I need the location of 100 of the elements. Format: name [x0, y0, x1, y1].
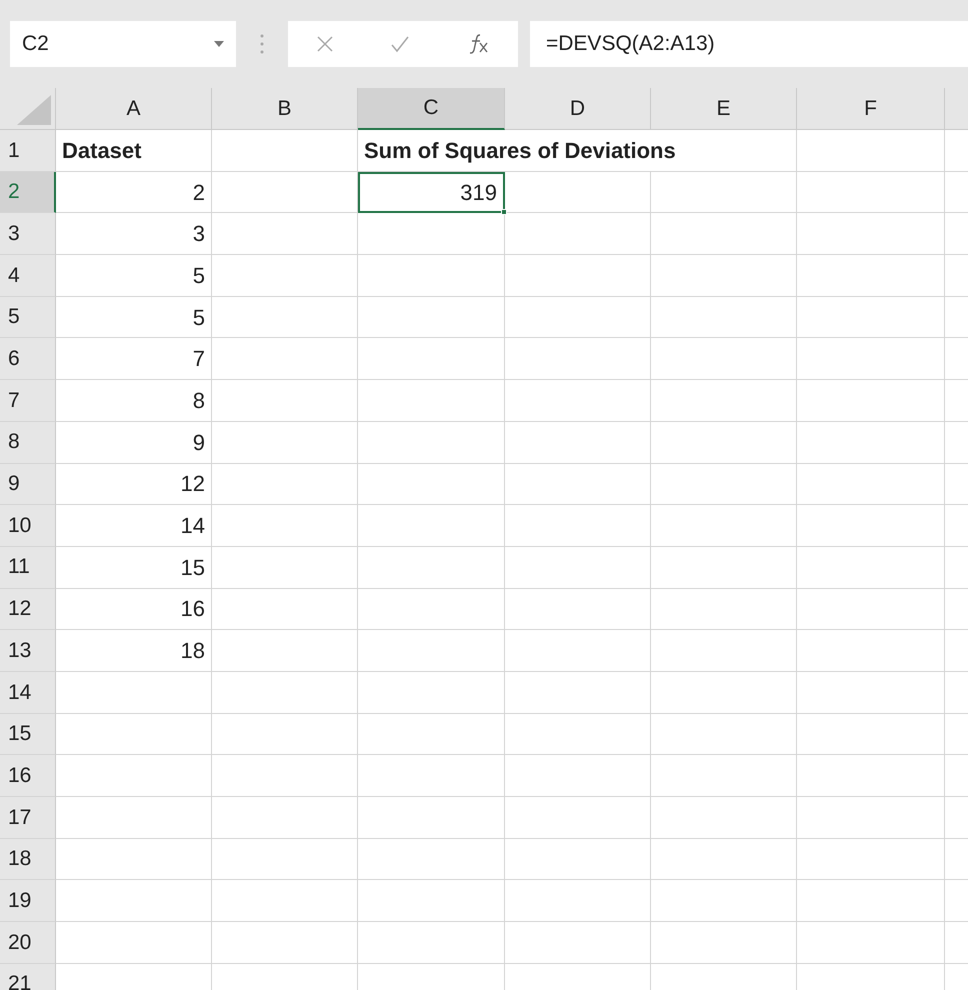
table-cell[interactable]: [797, 338, 945, 380]
table-cell[interactable]: 15: [56, 546, 212, 589]
table-cell[interactable]: [797, 255, 945, 297]
table-cell[interactable]: [651, 630, 797, 672]
table-cell[interactable]: [505, 588, 651, 630]
row-header[interactable]: 19: [0, 880, 56, 922]
row-header[interactable]: 15: [0, 714, 56, 756]
column-header[interactable]: E: [651, 88, 797, 130]
table-cell[interactable]: [358, 797, 505, 839]
row-header[interactable]: 8: [0, 422, 56, 464]
row-header[interactable]: 13: [0, 630, 56, 672]
table-cell[interactable]: [651, 213, 797, 256]
table-cell[interactable]: [505, 464, 651, 506]
table-cell[interactable]: 5: [56, 296, 212, 338]
table-cell[interactable]: [505, 922, 651, 964]
table-cell[interactable]: Sum of Squares of Deviations: [358, 130, 797, 172]
table-cell[interactable]: [212, 546, 358, 589]
table-cell[interactable]: [505, 422, 651, 464]
row-header[interactable]: 6: [0, 338, 56, 380]
table-cell[interactable]: [505, 380, 651, 422]
table-cell[interactable]: [797, 464, 945, 506]
table-cell[interactable]: [212, 797, 358, 839]
table-cell[interactable]: [212, 422, 358, 464]
row-header[interactable]: 12: [0, 588, 56, 630]
table-cell[interactable]: [651, 422, 797, 464]
table-cell[interactable]: [212, 380, 358, 422]
table-cell[interactable]: [358, 838, 505, 880]
table-cell[interactable]: [212, 922, 358, 964]
row-header[interactable]: 5: [0, 296, 56, 338]
table-cell[interactable]: [56, 797, 212, 839]
table-cell[interactable]: 14: [56, 505, 212, 547]
table-cell[interactable]: [651, 380, 797, 422]
table-cell[interactable]: [505, 630, 651, 672]
table-cell[interactable]: [505, 755, 651, 797]
table-cell[interactable]: [797, 213, 945, 256]
table-cell[interactable]: [505, 296, 651, 338]
table-cell[interactable]: [797, 546, 945, 589]
table-cell[interactable]: 16: [56, 588, 212, 630]
table-cell[interactable]: Dataset: [56, 130, 212, 172]
table-cell[interactable]: [212, 880, 358, 922]
row-header[interactable]: 7: [0, 380, 56, 422]
table-cell[interactable]: [505, 714, 651, 756]
close-icon[interactable]: [316, 35, 334, 53]
table-cell[interactable]: [797, 714, 945, 756]
table-cell[interactable]: 7: [56, 338, 212, 380]
table-cell[interactable]: [212, 338, 358, 380]
table-cell[interactable]: [358, 755, 505, 797]
table-cell[interactable]: 3: [56, 213, 212, 256]
table-cell[interactable]: [212, 296, 358, 338]
table-cell[interactable]: [505, 338, 651, 380]
table-cell[interactable]: [358, 922, 505, 964]
table-cell[interactable]: [797, 130, 945, 172]
table-cell[interactable]: [651, 546, 797, 589]
table-cell[interactable]: [56, 838, 212, 880]
table-cell[interactable]: 9: [56, 422, 212, 464]
table-cell[interactable]: [212, 630, 358, 672]
row-header[interactable]: 17: [0, 797, 56, 839]
table-cell[interactable]: [797, 380, 945, 422]
active-cell[interactable]: 319: [358, 172, 505, 214]
table-cell[interactable]: [797, 672, 945, 714]
row-header[interactable]: 3: [0, 213, 56, 256]
table-cell[interactable]: [358, 714, 505, 756]
table-cell[interactable]: [651, 505, 797, 547]
table-cell[interactable]: [797, 630, 945, 672]
table-cell[interactable]: [797, 922, 945, 964]
table-cell[interactable]: [505, 672, 651, 714]
table-cell[interactable]: [212, 714, 358, 756]
table-cell[interactable]: 18: [56, 630, 212, 672]
table-cell[interactable]: [651, 172, 797, 214]
row-header[interactable]: 11: [0, 546, 56, 589]
table-cell[interactable]: [505, 255, 651, 297]
row-header[interactable]: 4: [0, 255, 56, 297]
table-cell[interactable]: [212, 464, 358, 506]
table-cell[interactable]: [651, 922, 797, 964]
table-cell[interactable]: [797, 505, 945, 547]
row-header[interactable]: 9: [0, 464, 56, 506]
table-cell[interactable]: [797, 588, 945, 630]
table-cell[interactable]: [651, 255, 797, 297]
table-cell[interactable]: 2: [56, 172, 212, 214]
table-cell[interactable]: [797, 880, 945, 922]
table-cell[interactable]: [651, 755, 797, 797]
table-cell[interactable]: [505, 505, 651, 547]
column-header[interactable]: F: [797, 88, 945, 130]
column-header[interactable]: B: [212, 88, 358, 130]
table-cell[interactable]: [212, 838, 358, 880]
table-cell[interactable]: [358, 213, 505, 256]
table-cell[interactable]: [358, 464, 505, 506]
row-header[interactable]: 2: [0, 172, 56, 214]
table-cell[interactable]: [212, 588, 358, 630]
column-header[interactable]: C: [358, 88, 505, 130]
table-cell[interactable]: [358, 505, 505, 547]
table-cell[interactable]: [358, 546, 505, 589]
row-header[interactable]: 10: [0, 505, 56, 547]
table-cell[interactable]: [212, 672, 358, 714]
table-cell[interactable]: [797, 422, 945, 464]
table-cell[interactable]: [651, 672, 797, 714]
table-cell[interactable]: [651, 464, 797, 506]
table-cell[interactable]: [212, 213, 358, 256]
table-cell[interactable]: [651, 838, 797, 880]
table-cell[interactable]: [212, 172, 358, 214]
